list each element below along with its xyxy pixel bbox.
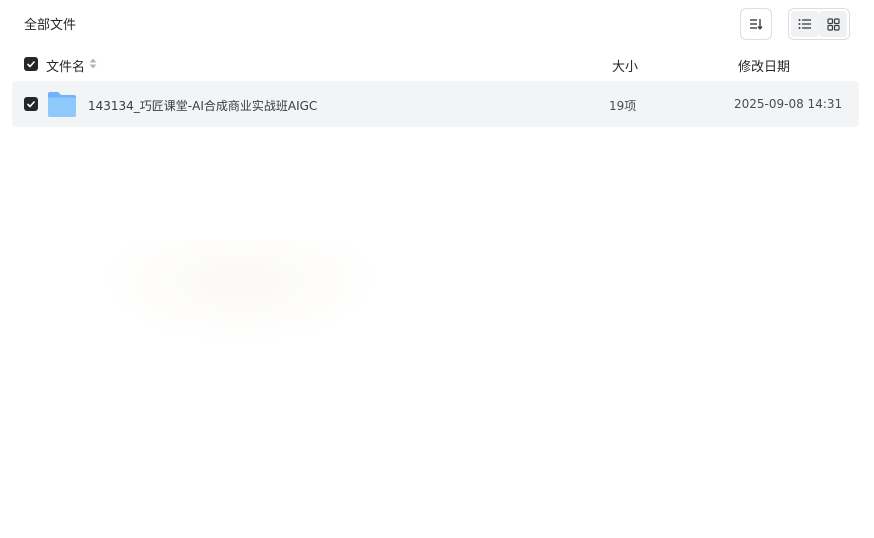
file-browser: 全部文件 文件名 大小 修改日期 143134_巧匠课堂-AI合成商业实战班AI…	[0, 0, 874, 538]
file-name[interactable]: 143134_巧匠课堂-AI合成商业实战班AIGC	[88, 97, 317, 114]
table-row[interactable]: 143134_巧匠课堂-AI合成商业实战班AIGC 19项 2025-09-08…	[12, 81, 859, 127]
row-checkbox[interactable]	[24, 97, 38, 111]
sort-caret-icon[interactable]	[89, 58, 97, 69]
grid-view-button[interactable]	[819, 11, 847, 37]
folder-icon	[48, 92, 76, 117]
column-date-header: 修改日期	[738, 60, 791, 75]
sort-icon	[750, 19, 763, 30]
column-header: 文件名 大小 修改日期	[0, 48, 874, 80]
toolbar: 全部文件	[0, 0, 874, 48]
column-size-header: 大小	[612, 60, 639, 75]
list-view-icon	[798, 19, 811, 29]
check-icon	[26, 100, 36, 108]
list-view-button[interactable]	[791, 11, 819, 37]
background-glow	[95, 240, 385, 345]
page-title: 全部文件	[24, 18, 77, 33]
file-modified-date: 2025-09-08 14:31	[734, 97, 843, 111]
select-all-checkbox[interactable]	[24, 57, 38, 71]
file-size: 19项	[609, 99, 637, 113]
grid-view-icon	[826, 17, 840, 31]
column-name-header[interactable]: 文件名	[46, 56, 85, 75]
check-icon	[26, 60, 36, 68]
sort-button[interactable]	[740, 8, 772, 40]
view-toggle	[788, 8, 850, 40]
